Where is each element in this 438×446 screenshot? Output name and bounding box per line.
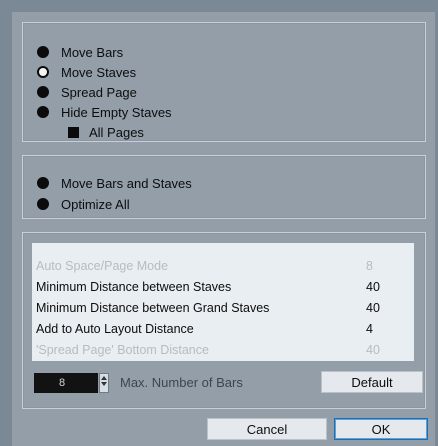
radio-filled-icon	[37, 177, 49, 189]
all-pages-checkbox[interactable]: All Pages	[68, 123, 144, 141]
param-value[interactable]: 40	[366, 280, 396, 294]
default-button[interactable]: Default	[321, 371, 423, 393]
param-label: Auto Space/Page Mode	[36, 259, 169, 273]
param-value: 40	[366, 343, 380, 357]
radio-hollow-icon	[37, 66, 49, 78]
param-label: Minimum Distance between Grand Staves	[36, 301, 270, 315]
param-label: Minimum Distance between Staves	[36, 280, 232, 294]
layout-options-group: Move Bars Move Staves Spread Page Hide E…	[22, 22, 426, 142]
max-bars-label: Max. Number of Bars	[120, 375, 243, 390]
radio-filled-icon	[37, 46, 49, 58]
radio-filled-icon	[37, 198, 49, 210]
move-bars-option[interactable]: Move Bars	[37, 43, 123, 61]
chevron-up-icon[interactable]	[101, 376, 107, 380]
param-label: Add to Auto Layout Distance	[36, 322, 194, 336]
param-row-add-auto-layout[interactable]: Add to Auto Layout Distance 4	[32, 320, 414, 338]
all-pages-label: All Pages	[89, 124, 144, 140]
hide-empty-staves-label: Hide Empty Staves	[61, 104, 172, 120]
move-bars-and-staves-label: Move Bars and Staves	[61, 175, 192, 191]
ok-button[interactable]: OK	[334, 418, 428, 440]
move-bars-label: Move Bars	[61, 44, 124, 60]
auto-layout-dialog: Move Bars Move Staves Spread Page Hide E…	[12, 12, 435, 446]
hide-empty-staves-option[interactable]: Hide Empty Staves	[37, 103, 172, 121]
param-label: 'Spread Page' Bottom Distance	[36, 343, 209, 357]
parameters-panel: Auto Space/Page Mode 8 Minimum Distance …	[32, 243, 414, 361]
optimize-all-option[interactable]: Optimize All	[37, 195, 130, 213]
param-value: 8	[366, 259, 373, 273]
move-staves-label: Move Staves	[61, 64, 137, 80]
param-value[interactable]: 40	[366, 301, 396, 315]
max-bars-input[interactable]: 8	[34, 373, 98, 393]
parameters-group: Auto Space/Page Mode 8 Minimum Distance …	[22, 232, 426, 409]
optimize-all-label: Optimize All	[61, 196, 130, 212]
param-row-auto-space: Auto Space/Page Mode 8	[32, 257, 414, 275]
param-row-min-distance-grand-staves[interactable]: Minimum Distance between Grand Staves 40	[32, 299, 414, 317]
spread-page-option[interactable]: Spread Page	[37, 83, 137, 101]
max-bars-stepper[interactable]	[99, 373, 109, 393]
param-row-spread-page-bottom: 'Spread Page' Bottom Distance 40	[32, 341, 414, 359]
radio-filled-icon	[37, 106, 49, 118]
checkbox-icon	[68, 126, 79, 138]
spread-page-label: Spread Page	[61, 84, 137, 100]
param-value[interactable]: 4	[366, 322, 396, 336]
chevron-down-icon[interactable]	[101, 382, 107, 386]
param-row-min-distance-staves[interactable]: Minimum Distance between Staves 40	[32, 278, 414, 296]
optimize-options-group: Move Bars and Staves Optimize All	[22, 155, 426, 219]
radio-filled-icon	[37, 86, 49, 98]
cancel-button[interactable]: Cancel	[207, 418, 327, 440]
move-bars-and-staves-option[interactable]: Move Bars and Staves	[37, 174, 192, 192]
move-staves-option[interactable]: Move Staves	[37, 63, 136, 81]
